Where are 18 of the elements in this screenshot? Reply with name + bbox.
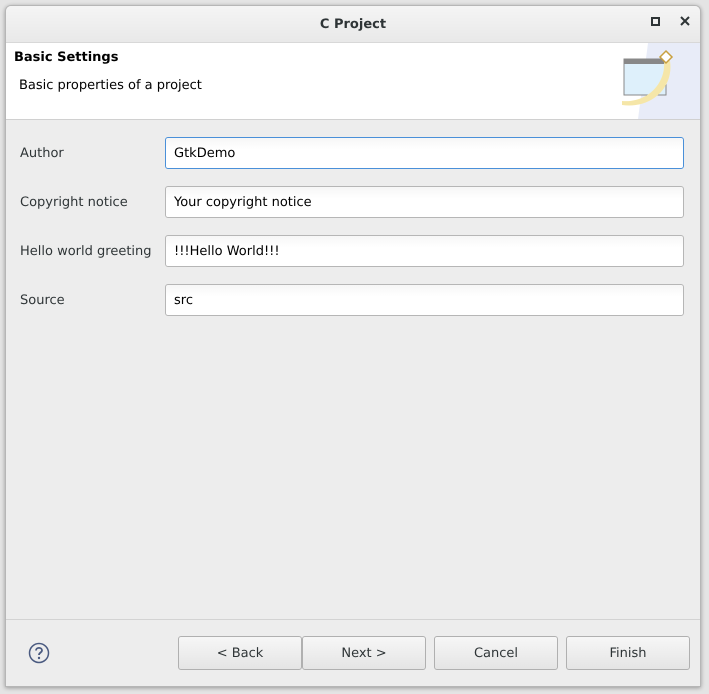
window-title: C Project [320, 16, 386, 32]
text-field[interactable]: Your copyright notice [165, 186, 684, 218]
maximize-icon[interactable] [651, 16, 660, 26]
field-label: Hello world greeting [20, 244, 153, 258]
dialog-button[interactable]: Cancel [434, 636, 558, 670]
help-icon[interactable] [28, 642, 50, 664]
page-title: Basic Settings [14, 50, 120, 65]
text-field[interactable]: GtkDemo [165, 137, 684, 169]
field-label: Author [20, 146, 65, 160]
close-icon[interactable] [680, 16, 690, 26]
dialog-button[interactable]: < Back [178, 636, 302, 670]
field-label: Source [20, 292, 66, 308]
field-label: Copyright notice [20, 194, 129, 210]
dialog-button[interactable]: Finish [566, 636, 690, 670]
text-field[interactable]: !!!Hello World!!! [165, 235, 684, 267]
page-description: Basic properties of a project [18, 78, 202, 93]
text-field[interactable]: src [165, 284, 684, 316]
dialog-button[interactable]: Next > [302, 636, 426, 670]
